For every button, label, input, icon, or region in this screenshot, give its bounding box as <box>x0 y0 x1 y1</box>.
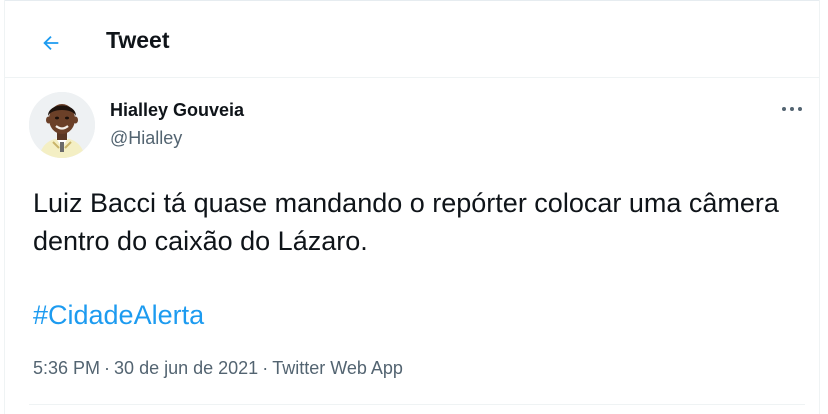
divider <box>29 404 805 405</box>
page-title: Tweet <box>106 27 170 53</box>
separator: · <box>104 358 111 378</box>
more-options-button[interactable] <box>777 96 807 122</box>
profile-photo <box>29 92 95 158</box>
avatar[interactable] <box>29 92 95 158</box>
tweet-text: Luiz Bacci tá quase mandando o repórter … <box>33 188 779 256</box>
tweet-date[interactable]: 30 de jun de 2021 <box>114 358 258 378</box>
top-bar: Tweet <box>5 0 819 78</box>
more-dots-icon <box>782 107 802 111</box>
back-button[interactable] <box>33 25 69 61</box>
hashtag-link[interactable]: #CidadeAlerta <box>33 296 204 334</box>
tweet-view: Tweet Hialley Gouveia @Hialley Luiz Bacc… <box>4 0 820 414</box>
arrow-left-icon <box>43 35 59 51</box>
author-handle[interactable]: @Hialley <box>110 128 182 149</box>
tweet-metadata: 5:36 PM · 30 de jun de 2021 · Twitter Web Ap… <box>33 358 403 379</box>
tweet-time[interactable]: 5:36 PM <box>33 358 100 378</box>
separator: · <box>262 358 269 378</box>
author-name[interactable]: Hialley Gouveia <box>110 100 244 121</box>
tweet-source[interactable]: Twitter Web App <box>272 358 403 378</box>
